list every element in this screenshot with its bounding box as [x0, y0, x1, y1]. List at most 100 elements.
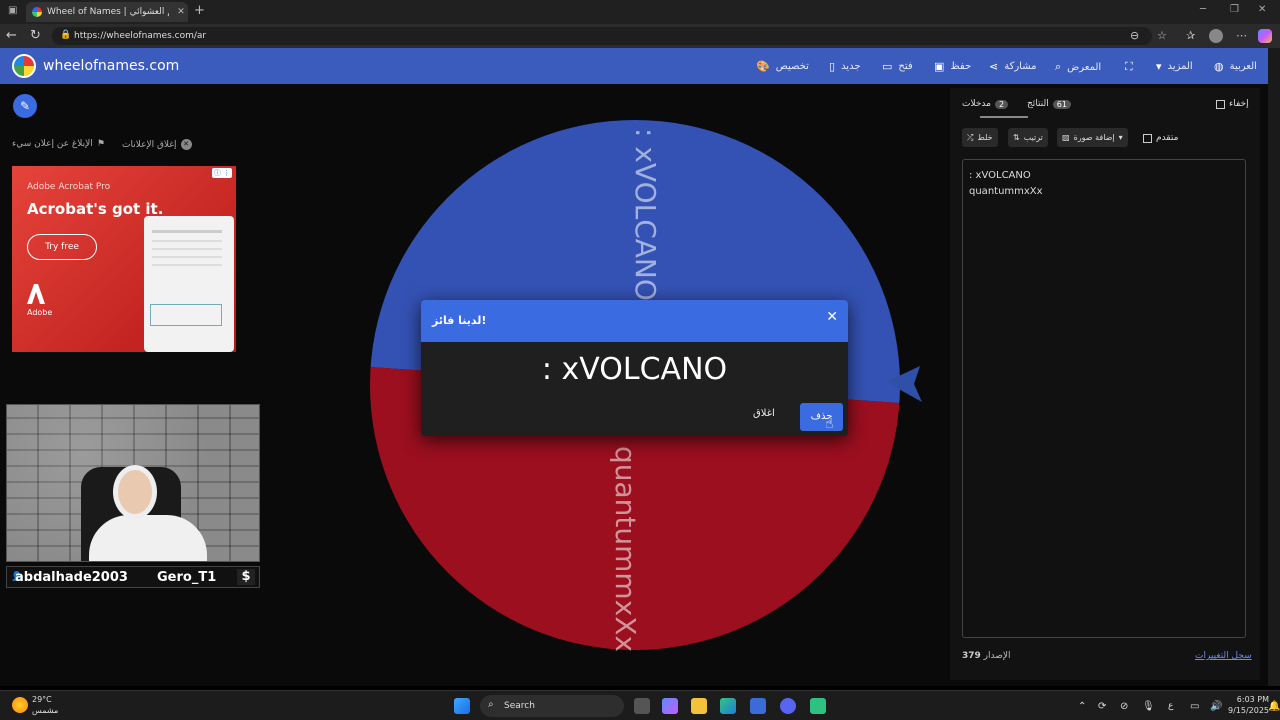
profile-avatar[interactable] — [1209, 29, 1223, 43]
sort-icon: ⇅ — [1013, 133, 1020, 142]
save-button[interactable]: ▣ حفظ — [934, 60, 971, 73]
flag-icon: ⚑ — [96, 139, 105, 149]
new-tab-button[interactable]: + — [194, 3, 205, 18]
url-input[interactable]: 🔒 https://wheelofnames.com/ar — [52, 27, 1152, 45]
search-icon: ⌕ — [488, 699, 494, 710]
weather-widget[interactable]: 29°C مشمس — [32, 694, 58, 718]
ad-brand: Adobe Acrobat Pro — [27, 182, 111, 192]
sort-button[interactable]: ⇅ ترتيب — [1008, 128, 1048, 147]
weather-sun-icon[interactable] — [12, 697, 28, 713]
copilot-icon[interactable] — [1258, 29, 1272, 43]
results-count-badge: 61 — [1052, 99, 1071, 109]
gallery-button[interactable]: ⌕ المعرض — [1055, 60, 1101, 74]
advanced-checkbox-box[interactable] — [1143, 133, 1152, 143]
customize-button[interactable]: 🎨 تخصيص — [756, 60, 809, 73]
task-view-icon[interactable] — [634, 698, 650, 714]
version-info: 379 الإصدار — [962, 651, 1011, 661]
advertisement[interactable]: ⓘ ⋮ Adobe Acrobat Pro Acrobat's got it. … — [12, 166, 236, 352]
advanced-checkbox[interactable]: متقدم — [1143, 133, 1178, 143]
hide-checkbox-box[interactable] — [1216, 99, 1225, 109]
language-button[interactable]: ◍ العربية — [1214, 60, 1257, 73]
file-explorer-icon[interactable] — [691, 698, 707, 714]
taskbar: 29°C مشمس ⌕ Search ⌃ ⟳ ⊘ 🎙 ع ▭ 🔊 6:03 PM… — [0, 690, 1280, 720]
reload-icon[interactable]: ↻ — [30, 28, 41, 43]
tab-title: Wheel of Names | الاسم العشوائي — [47, 7, 169, 17]
browser-tab-bar: ▣ Wheel of Names | الاسم العشوائي ✕ + ─ … — [0, 0, 1280, 24]
network-off-icon[interactable]: ⊘ — [1120, 697, 1128, 715]
shuffle-icon: ⤮ — [967, 132, 974, 142]
copilot-app-icon[interactable] — [662, 698, 678, 714]
dialog-close-icon[interactable]: ✕ — [826, 309, 838, 325]
pencil-icon: ✎ — [19, 99, 31, 113]
search-icon: ⌕ — [1055, 60, 1062, 73]
address-bar: ← ↻ 🔒 https://wheelofnames.com/ar ⊖ ☆ ✰ … — [0, 24, 1280, 48]
dialog-header: لدينا فائز! ✕ — [421, 300, 848, 342]
more-menu-icon[interactable]: ⋯ — [1236, 29, 1247, 42]
start-windows-icon[interactable] — [454, 698, 470, 714]
dollar-icon: $ — [237, 569, 255, 585]
palette-icon: 🎨 — [756, 60, 770, 73]
logo-icon[interactable] — [12, 54, 36, 78]
maximize-icon[interactable]: ❐ — [1230, 4, 1239, 15]
display-icon[interactable]: ▭ — [1190, 697, 1199, 715]
window-close-icon[interactable]: ✕ — [1258, 4, 1266, 15]
winner-name: : xVOLCANO — [541, 352, 728, 387]
new-button[interactable]: ▯ جديد — [829, 60, 861, 73]
entries-textarea[interactable]: : xVOLCANO quantummxXx — [962, 159, 1246, 638]
hide-checkbox[interactable]: إخفاء — [1216, 99, 1249, 109]
fullscreen-icon: ⛶ — [1125, 60, 1133, 73]
tab-results[interactable]: النتائج 61 — [1027, 99, 1071, 109]
sync-icon[interactable]: ⟳ — [1098, 697, 1106, 715]
input-language[interactable]: ع — [1168, 697, 1173, 715]
dialog-close-button[interactable]: اغلاق — [753, 408, 775, 419]
favorites-icon[interactable]: ✰ — [1186, 29, 1195, 42]
fullscreen-button[interactable]: ⛶ — [1125, 60, 1133, 74]
taskbar-search[interactable]: ⌕ Search — [480, 695, 624, 717]
webcam-overlay — [6, 404, 260, 562]
wheel-pointer-icon — [886, 366, 922, 402]
wheel-label-2: quantummxXx — [609, 446, 642, 653]
open-button[interactable]: ▭ فتح — [882, 60, 913, 73]
page-scrollbar[interactable] — [1268, 48, 1280, 686]
store-icon[interactable] — [750, 698, 766, 714]
ad-cta-button[interactable]: Try free — [27, 234, 97, 260]
globe-icon: ◍ — [1214, 60, 1224, 73]
entry-item: quantummxXx — [969, 186, 1043, 197]
reader-icon[interactable]: ⊖ — [1130, 29, 1139, 42]
favorite-star-icon[interactable]: ☆ — [1157, 29, 1167, 42]
ad-document-image — [144, 216, 234, 352]
share-button[interactable]: ⋖ مشاركة — [989, 60, 1037, 73]
notification-bell-icon[interactable]: 🔔 — [1268, 697, 1280, 715]
edit-pencil-button[interactable]: ✎ — [13, 94, 37, 118]
more-button[interactable]: ▾ المزيد — [1156, 60, 1193, 73]
url-text: https://wheelofnames.com/ar — [74, 31, 207, 41]
image-icon: ▨ — [1062, 133, 1070, 142]
report-ad-link[interactable]: الإبلاغ عن إعلان سيء ⚑ — [12, 139, 105, 149]
browser-tab[interactable]: Wheel of Names | الاسم العشوائي ✕ — [26, 2, 188, 22]
add-image-button[interactable]: ▨ إضافة صورة ▾ — [1057, 128, 1128, 147]
changelog-link[interactable]: سجل التغييرات — [1195, 651, 1252, 661]
ad-logo-text: Adobe — [27, 308, 53, 317]
app-header: wheelofnames.com 🎨 تخصيص ▯ جديد ▭ فتح ▣ حفظ … — [0, 48, 1268, 84]
close-ads-link[interactable]: إغلاق الإعلانات ✕ — [122, 139, 192, 150]
tab-close-icon[interactable]: ✕ — [174, 7, 188, 17]
active-tab-indicator — [980, 116, 1028, 118]
volume-icon[interactable]: 🔊 — [1210, 697, 1222, 715]
tray-chevron-icon[interactable]: ⌃ — [1078, 697, 1086, 715]
tab-entries[interactable]: مدخلات 2 — [962, 99, 1009, 109]
adobe-logo-icon — [27, 284, 45, 304]
dialog-remove-button[interactable]: حذف — [800, 403, 843, 431]
new-file-icon: ▯ — [829, 60, 836, 73]
sidebar-toggle-icon[interactable]: ▣ — [8, 5, 17, 16]
brand-name[interactable]: wheelofnames.com — [43, 58, 179, 74]
caret-down-icon: ▾ — [1156, 60, 1162, 73]
microphone-icon[interactable]: 🎙 — [1142, 697, 1155, 715]
streaming-app-icon[interactable] — [810, 698, 826, 714]
discord-icon[interactable] — [780, 698, 796, 714]
minimize-icon[interactable]: ─ — [1200, 4, 1206, 15]
clock[interactable]: 6:03 PM 9/15/2025 — [1228, 694, 1269, 718]
back-icon[interactable]: ← — [6, 28, 17, 43]
ad-info-icon[interactable]: ⓘ ⋮ — [212, 168, 232, 178]
shuffle-button[interactable]: ⤮ خلط — [962, 128, 998, 147]
edge-browser-icon[interactable] — [720, 698, 736, 714]
